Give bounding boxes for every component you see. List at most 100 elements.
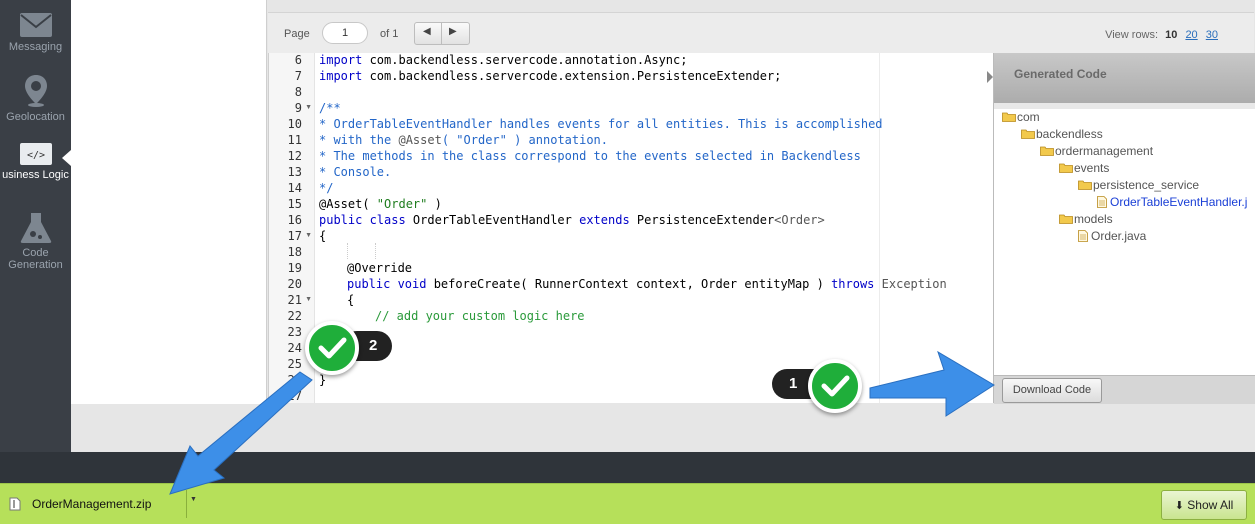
step-number: 1 (789, 375, 798, 392)
code-line-12: * The methods in the class correspond to… (319, 149, 861, 163)
download-code-button[interactable]: Download Code (1002, 378, 1102, 403)
code-line-13: * Console. (319, 165, 392, 179)
tree-folder[interactable]: ordermanagement (1040, 144, 1153, 158)
code-line-15: @Asset( "Order" ) (319, 197, 442, 211)
tree-node-label: com (1017, 110, 1040, 124)
line-number: 12 (287, 149, 302, 163)
page-nav: ◀ ▶ (414, 22, 470, 45)
expand-icon[interactable] (987, 71, 993, 83)
code-line-7: import com.backendless.servercode.extens… (319, 69, 781, 83)
line-number: 9 (294, 101, 302, 115)
code-token: @Asset( (319, 197, 377, 211)
line-number: 15 (287, 197, 302, 211)
svg-text:</>: </> (26, 150, 44, 161)
tree-node-label: events (1074, 161, 1110, 175)
folder-icon (1021, 129, 1035, 139)
folder-icon (1059, 214, 1073, 224)
view-rows-label: View rows: (1105, 29, 1159, 41)
line-number: 21 (287, 293, 302, 307)
flask-icon (20, 213, 51, 243)
code-token: public void (347, 277, 427, 291)
page-input[interactable]: 1 (322, 22, 368, 44)
view-rows-20[interactable]: 20 (1185, 29, 1197, 41)
line-number: 17 (287, 229, 302, 243)
folder-icon (1059, 163, 1073, 173)
location-pin-icon (24, 75, 47, 107)
code-token: ) (427, 197, 442, 211)
check-icon (808, 359, 862, 413)
code-token: * with the (319, 133, 399, 147)
code-line-14: */ (319, 181, 334, 195)
generated-code-footer: Download Code (994, 375, 1255, 404)
line-number: 18 (287, 245, 302, 259)
fold-icon[interactable]: ▼ (305, 296, 312, 303)
download-item[interactable]: OrderManagement.zip ▼ (0, 490, 200, 518)
code-line-20: public void beforeCreate( RunnerContext … (347, 277, 947, 291)
code-token: com.backendless.servercode.extension.Per… (362, 69, 782, 83)
line-number: 23 (287, 325, 302, 339)
download-file-name: OrderManagement.zip (32, 497, 152, 511)
divider (186, 490, 187, 518)
code-token: Exception (874, 277, 947, 291)
line-number: 25 (287, 357, 302, 371)
java-file-icon (1078, 230, 1088, 242)
view-rows-30[interactable]: 30 (1206, 29, 1218, 41)
code-token: import (319, 69, 363, 83)
tree-node-label: models (1074, 212, 1113, 226)
line-number: 8 (294, 85, 302, 99)
sidebar-item-code-generation[interactable]: Code Generation (0, 212, 71, 271)
code-token: PersistenceExtender (629, 213, 775, 227)
next-page-icon[interactable]: ▶ (449, 26, 457, 37)
prev-page-icon[interactable]: ◀ (423, 26, 431, 37)
tree-node-label: OrderTableEventHandler.j (1110, 195, 1248, 209)
tree-file[interactable]: OrderTableEventHandler.j (1097, 195, 1247, 209)
line-number: 27 (287, 389, 302, 403)
browser-download-bar: OrderManagement.zip ▼ ⬇ Show All (0, 483, 1255, 524)
view-rows-10[interactable]: 10 (1165, 29, 1177, 41)
fold-icon[interactable]: ▼ (305, 104, 312, 111)
line-number: 10 (287, 117, 302, 131)
code-line-11: * with the @Asset( "Order" ) annotation. (319, 133, 608, 147)
code-token: com.backendless.servercode.annotation.As… (362, 53, 688, 67)
pager-bar: Page 1 of 1 ◀ ▶ View rows: 10 20 30 (268, 12, 1254, 54)
tree-file[interactable]: Order.java (1078, 229, 1146, 243)
java-file-icon (1097, 196, 1107, 208)
sidebar-item-messaging[interactable]: Messaging (0, 12, 71, 53)
view-rows: View rows: 10 20 30 (1105, 29, 1218, 41)
code-token: extends (579, 213, 630, 227)
line-number: 19 (287, 261, 302, 275)
show-all-label: Show All (1187, 498, 1234, 512)
tree-folder[interactable]: events (1059, 161, 1109, 175)
line-number: 6 (294, 53, 302, 67)
fold-icon[interactable]: ▼ (305, 232, 312, 239)
envelope-icon (19, 13, 52, 37)
code-token: import (319, 53, 363, 67)
code-token: beforeCreate( RunnerContext context, Ord… (426, 277, 832, 291)
sidebar-item-label: Geolocation (6, 111, 65, 123)
tree-folder[interactable]: models (1059, 212, 1113, 226)
code-line-16: public class OrderTableEventHandler exte… (319, 213, 825, 227)
code-line-21: { (347, 293, 355, 307)
show-all-button[interactable]: ⬇ Show All (1161, 490, 1247, 520)
tree-folder[interactable]: backendless (1021, 127, 1103, 141)
sidebar-item-business-logic[interactable]: </> usiness Logic (0, 142, 71, 181)
sidebar-item-label: usiness Logic (2, 169, 69, 181)
tree-node-label: ordermanagement (1055, 144, 1154, 158)
tree-folder[interactable]: persistence_service (1078, 178, 1199, 192)
line-number: 24 (287, 341, 302, 355)
code-line-9: /** (319, 101, 341, 115)
sidebar-item-label: Messaging (8, 41, 63, 53)
page-count: of 1 (380, 28, 399, 40)
divider (441, 23, 442, 44)
print-margin (879, 53, 880, 403)
line-number: 7 (294, 69, 302, 83)
check-icon (305, 321, 359, 375)
code-icon: </> (19, 143, 52, 165)
chevron-down-icon[interactable]: ▼ (190, 496, 197, 503)
tree-folder[interactable]: com (1002, 110, 1040, 124)
generated-code-title: Generated Code (1014, 67, 1107, 81)
indent-guide (347, 243, 348, 259)
sidebar-item-geolocation[interactable]: Geolocation (0, 74, 71, 123)
tree-node-label: Order.java (1091, 229, 1147, 243)
line-number: 22 (287, 309, 302, 323)
